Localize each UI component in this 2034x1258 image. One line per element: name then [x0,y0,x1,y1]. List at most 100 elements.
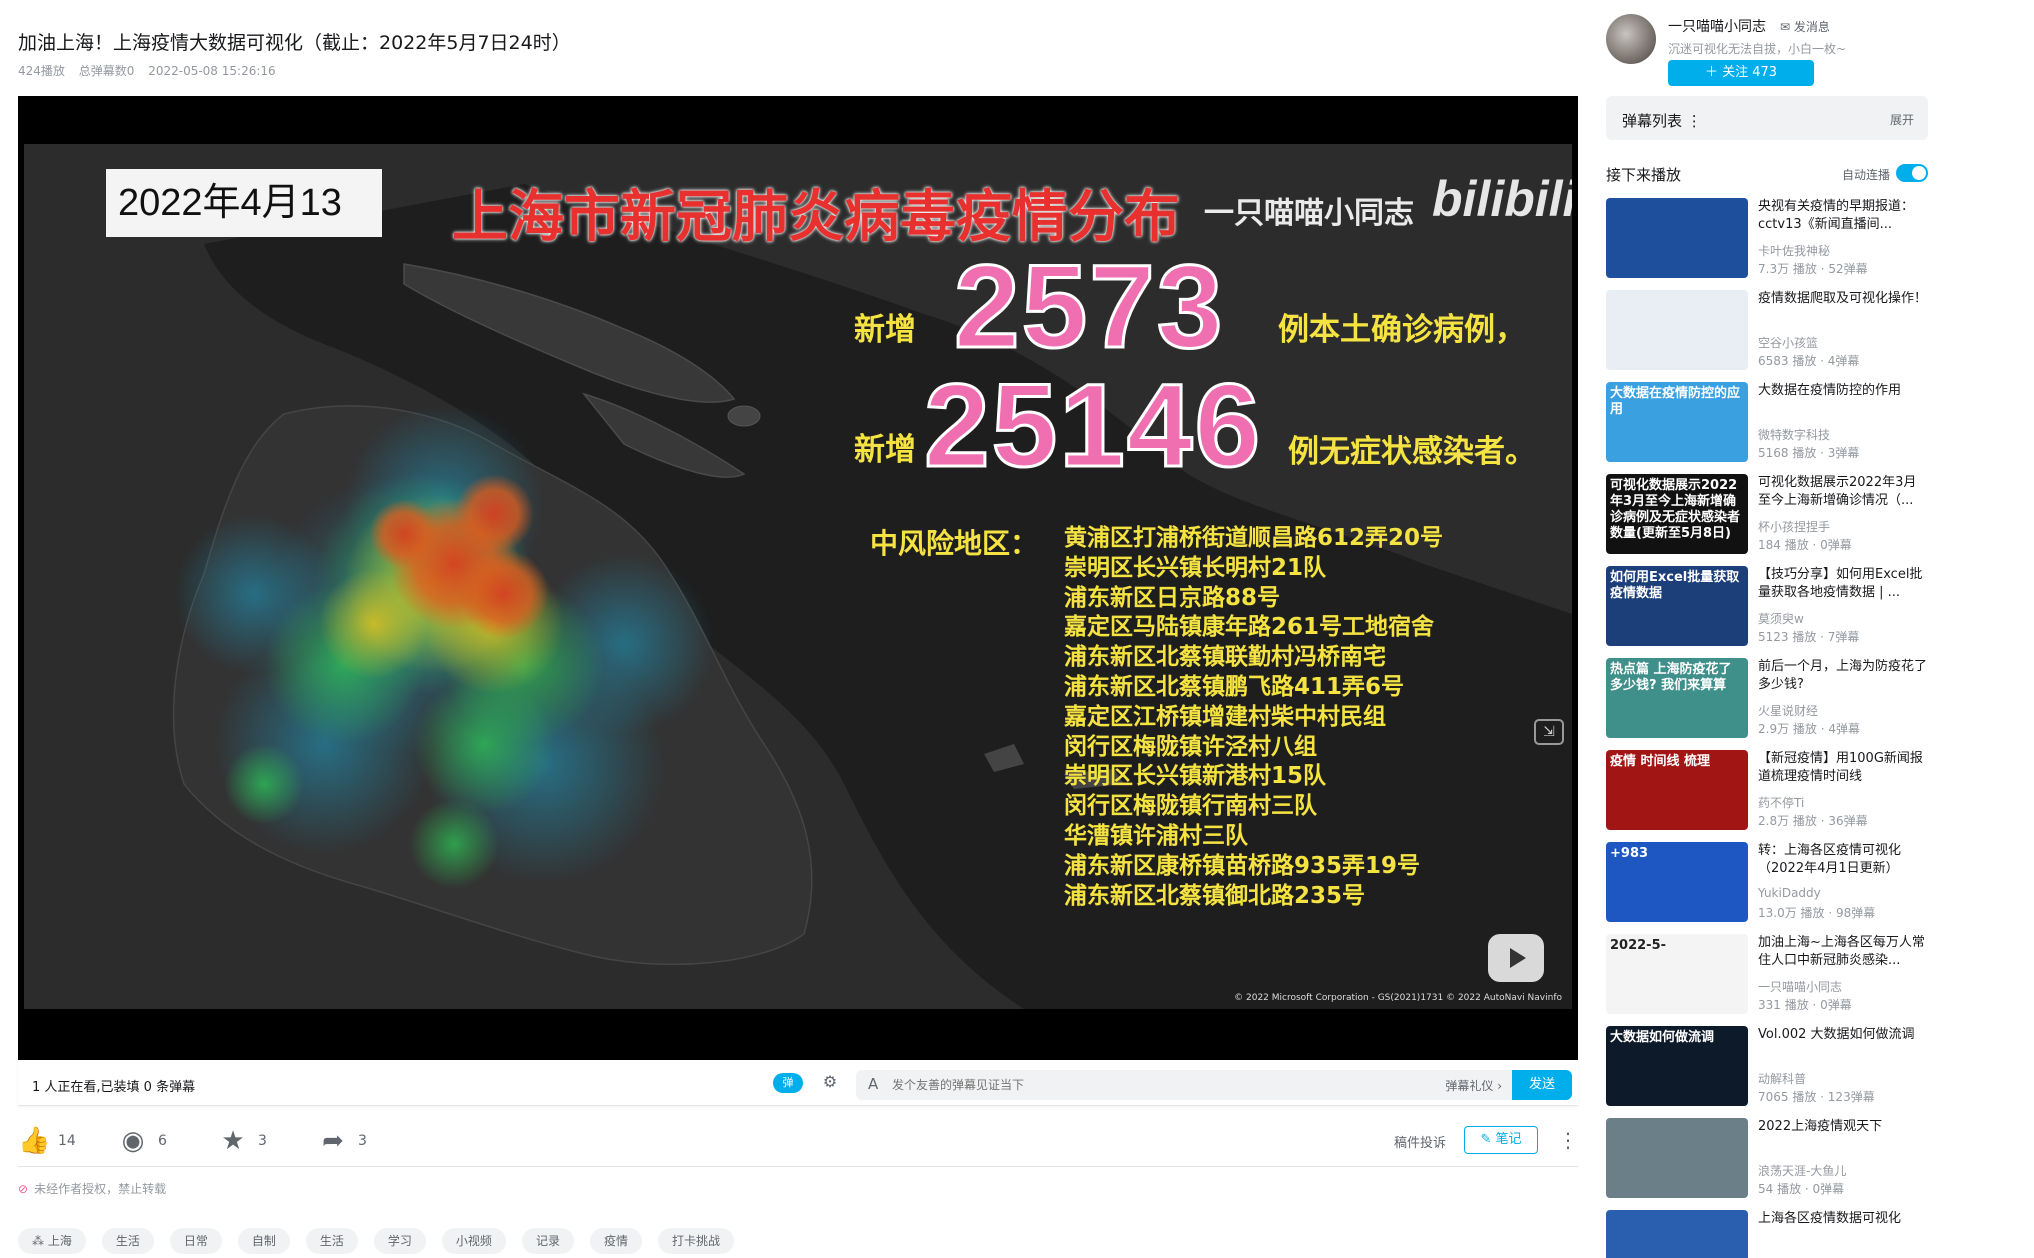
send-message-link[interactable]: ✉ 发消息 [1780,18,1830,35]
recommend-thumbnail[interactable] [1606,1210,1748,1258]
recommend-author[interactable]: 火星说财经 [1758,702,1818,719]
recommend-card[interactable]: 大数据如何做流调 Vol.002 大数据如何做流调 动解科普 7065 播放 · 12… [1606,1026,1928,1110]
tag-item[interactable]: 日常 [169,1228,222,1254]
recommend-title[interactable]: 央视有关疫情的早期报道：cctv13《新闻直播间... [1758,198,1928,234]
recommend-thumbnail[interactable]: 大数据如何做流调 [1606,1026,1748,1106]
recommend-thumbnail[interactable] [1606,290,1748,370]
recommend-title[interactable]: Vol.002 大数据如何做流调 [1758,1026,1928,1044]
recommend-thumbnail[interactable] [1606,198,1748,278]
recommend-card[interactable]: 热点篇 上海防疫花了多少钱? 我们来算算 前后一个月，上海为防疫花了多少钱? 火星说… [1606,658,1928,742]
coin-button[interactable]: ◉ 6 [118,1126,167,1156]
recommend-card[interactable]: 如何用Excel批量获取疫情数据 【技巧分享】如何用Excel批量获取各地疫情数据… [1606,566,1928,650]
recommend-card[interactable]: +983 转：上海各区疫情可视化（2022年4月1日更新） YukiDaddy 13.… [1606,842,1928,926]
mini-player-icon[interactable]: ⇲ [1534,719,1564,745]
recommend-author[interactable]: 微特数字科技 [1758,426,1830,443]
video-frame[interactable]: 2022年4月13 上海市新冠肺炎病毒疫情分布 一只喵喵小同志 bilibili… [24,144,1572,1009]
recommend-author[interactable]: YukiDaddy [1758,886,1821,900]
recommend-title[interactable]: 疫情数据爬取及可视化操作！ [1758,290,1928,308]
publish-datetime: 2022-05-08 15:26:16 [148,64,276,78]
risk-area: 崇明区长兴镇新港村15队 [1064,763,1327,790]
tag-item[interactable]: 学习 [373,1228,426,1254]
recommend-thumbnail[interactable]: 可视化数据展示2022年3月至今上海新增确诊病例及无症状感染者数量(更新至5月8… [1606,474,1748,554]
line1-suffix: 例本土确诊病例， [1278,312,1526,348]
recommend-thumbnail[interactable]: 热点篇 上海防疫花了多少钱? 我们来算算 [1606,658,1748,738]
danmaku-list-panel[interactable]: 弹幕列表 ⋮ 展开 [1606,96,1928,140]
recommend-author[interactable]: 药不停Ti [1758,794,1804,811]
recommend-card[interactable]: 疫情 时间线 梳理 【新冠疫情】用100G新闻报道梳理疫情时间线药不停Ti 2.8万… [1606,750,1928,834]
text-style-icon[interactable]: A [868,1075,878,1093]
recommend-thumbnail[interactable]: 如何用Excel批量获取疫情数据 [1606,566,1748,646]
tag-item[interactable]: 自制 [237,1228,290,1254]
tag-item[interactable]: 打卡挑战 [657,1228,734,1254]
recommend-thumbnail[interactable]: 大数据在疫情防控的应用 [1606,382,1748,462]
recommend-card[interactable]: 大数据在疫情防控的应用 大数据在疫情防控的作用 微特数字科技 5168 播放 · 3弹… [1606,382,1928,466]
uploader-avatar[interactable] [1606,14,1656,64]
tag-item[interactable]: 小视频 [441,1228,506,1254]
location-icon: ⁂ [32,1234,48,1248]
thumbnail-caption: 如何用Excel批量获取疫情数据 [1610,570,1740,601]
tag-item[interactable]: ⁂ 上海 [18,1228,86,1254]
recommend-title[interactable]: 【技巧分享】如何用Excel批量获取各地疫情数据 | ... [1758,566,1928,602]
uploader-name[interactable]: 一只喵喵小同志 [1668,16,1766,36]
like-button[interactable]: 👍 14 [18,1126,76,1156]
recommend-title[interactable]: 前后一个月，上海为防疫花了多少钱? [1758,658,1928,694]
recommend-author[interactable]: 莫须臾w [1758,610,1804,627]
autoplay-toggle[interactable] [1896,164,1928,182]
recommend-author[interactable]: 一只喵喵小同志 [1758,978,1842,995]
recommend-stats: 5168 播放 · 3弹幕 [1758,446,1860,460]
recommend-author[interactable]: 浪荡天涯-大鱼儿 [1758,1162,1846,1179]
recommend-thumbnail[interactable] [1606,1118,1748,1198]
forbidden-icon: ⊘ [18,1182,29,1196]
recommend-title[interactable]: 【新冠疫情】用100G新闻报道梳理疫情时间线 [1758,750,1928,786]
recommend-author[interactable]: 空谷小孩篮 [1758,334,1818,351]
video-player[interactable]: 2022年4月13 上海市新冠肺炎病毒疫情分布 一只喵喵小同志 bilibili… [18,96,1578,1060]
favorite-count: 3 [258,1133,267,1149]
note-icon: ✎ [1480,1132,1496,1147]
tag-item[interactable]: 记录 [521,1228,574,1254]
danmaku-settings-icon[interactable]: ⚙ [818,1072,842,1094]
expand-link[interactable]: 展开 [1890,111,1914,128]
note-button[interactable]: ✎ 笔记 [1464,1126,1538,1154]
recommend-title[interactable]: 大数据在疫情防控的作用 [1758,382,1928,400]
recommend-card[interactable]: 央视有关疫情的早期报道：cctv13《新闻直播间... 卡叶佐我神秘 7.3万 播放… [1606,198,1928,282]
recommend-stats: 2.8万 播放 · 36弹幕 [1758,814,1868,828]
danmaku-etiquette-link[interactable]: 弹幕礼仪 › [1445,1077,1502,1094]
recommend-author[interactable]: 杯小孩捏捏手 [1758,518,1830,535]
recommend-thumbnail[interactable]: 疫情 时间线 梳理 [1606,750,1748,830]
recommend-card[interactable]: 上海各区疫情数据可视化 [1606,1210,1928,1258]
tag-item[interactable]: 生活 [101,1228,154,1254]
recommend-title[interactable]: 加油上海~上海各区每万人常住人口中新冠肺炎感染... [1758,934,1928,970]
tag-item[interactable]: 疫情 [589,1228,642,1254]
danmaku-toggle[interactable]: 弹 [773,1073,803,1093]
risk-area: 浦东新区北蔡镇联勤村冯桥南宅 [1064,644,1386,671]
play-logo-icon[interactable] [1488,934,1544,982]
recommend-card[interactable]: 2022上海疫情观天下 浪荡天涯-大鱼儿 54 播放 · 0弹幕 [1606,1118,1928,1202]
risk-area: 嘉定区马陆镇康年路261号工地宿舍 [1064,614,1435,641]
notice-text: 未经作者授权，禁止转载 [34,1182,167,1196]
recommend-card[interactable]: 疫情数据爬取及可视化操作！ 空谷小孩篮 6583 播放 · 4弹幕 [1606,290,1928,374]
recommend-card[interactable]: 可视化数据展示2022年3月至今上海新增确诊病例及无症状感染者数量(更新至5月8… [1606,474,1928,558]
share-button[interactable]: ➦ 3 [318,1126,367,1156]
recommend-author[interactable]: 动解科普 [1758,1070,1806,1087]
recommend-title[interactable]: 2022上海疫情观天下 [1758,1118,1928,1136]
more-icon[interactable]: ⋮ [1558,1128,1578,1152]
danmaku-input[interactable] [892,1075,1312,1095]
recommend-stats: 7065 播放 · 123弹幕 [1758,1090,1875,1104]
recommend-author[interactable]: 卡叶佐我神秘 [1758,242,1830,259]
follow-button[interactable]: ＋ 关注 473 [1668,60,1814,86]
danmaku-bar: 1 人正在看,已装填 0 条弹幕 弹 ⚙ A 弹幕礼仪 › 发送 [18,1062,1578,1106]
recommend-card[interactable]: 2022-5- 加油上海~上海各区每万人常住人口中新冠肺炎感染... 一只喵喵小同志… [1606,934,1928,1018]
recommend-title[interactable]: 上海各区疫情数据可视化 [1758,1210,1928,1228]
send-button[interactable]: 发送 [1512,1070,1572,1100]
recommend-title[interactable]: 转：上海各区疫情可视化（2022年4月1日更新） [1758,842,1928,878]
recommend-title[interactable]: 可视化数据展示2022年3月至今上海新增确诊情况（... [1758,474,1928,510]
tag-list: ⁂ 上海 生活 日常 自制 生活 学习 小视频 记录 疫情 打卡挑战 [18,1228,750,1254]
thumbnail-caption: 大数据在疫情防控的应用 [1610,386,1741,417]
share-count: 3 [358,1133,367,1149]
recommend-thumbnail[interactable]: 2022-5- [1606,934,1748,1014]
autoplay-label: 自动连播 [1841,168,1890,182]
tag-item[interactable]: 生活 [305,1228,358,1254]
recommend-thumbnail[interactable]: +983 [1606,842,1748,922]
report-link[interactable]: 稿件投诉 [1394,1132,1446,1151]
favorite-button[interactable]: ★ 3 [218,1126,267,1156]
